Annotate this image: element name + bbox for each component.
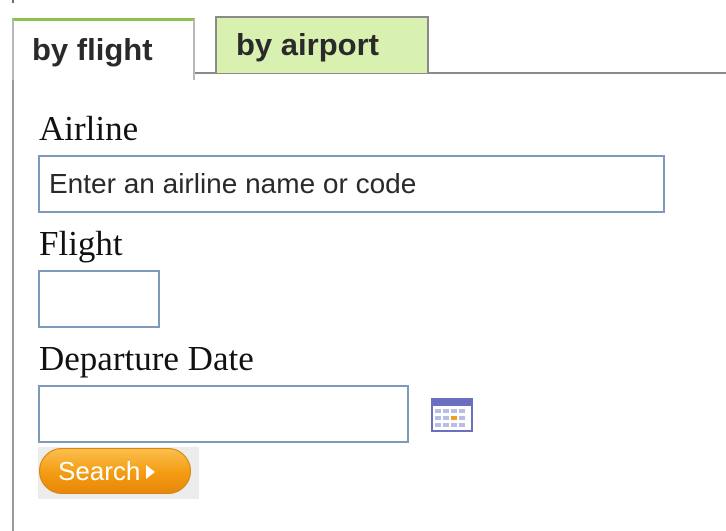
flight-number-input[interactable] <box>38 270 160 328</box>
corner-mark <box>12 0 14 3</box>
search-button-label: Search <box>58 455 141 486</box>
search-button-wrap: Search <box>38 447 199 499</box>
flight-label: Flight <box>39 224 123 263</box>
play-arrow-icon <box>146 464 156 479</box>
tab-by-flight[interactable]: by flight <box>12 18 195 80</box>
tab-by-airport-label: by airport <box>236 27 379 62</box>
airline-input[interactable] <box>38 155 665 213</box>
calendar-icon[interactable] <box>431 398 473 432</box>
departure-date-input[interactable] <box>38 385 409 443</box>
departure-date-label: Departure Date <box>39 339 254 378</box>
tab-by-airport[interactable]: by airport <box>215 16 429 73</box>
airline-label: Airline <box>39 109 139 148</box>
search-button[interactable]: Search <box>39 448 191 494</box>
tab-by-flight-label: by flight <box>32 32 153 67</box>
panel-border <box>12 78 14 531</box>
